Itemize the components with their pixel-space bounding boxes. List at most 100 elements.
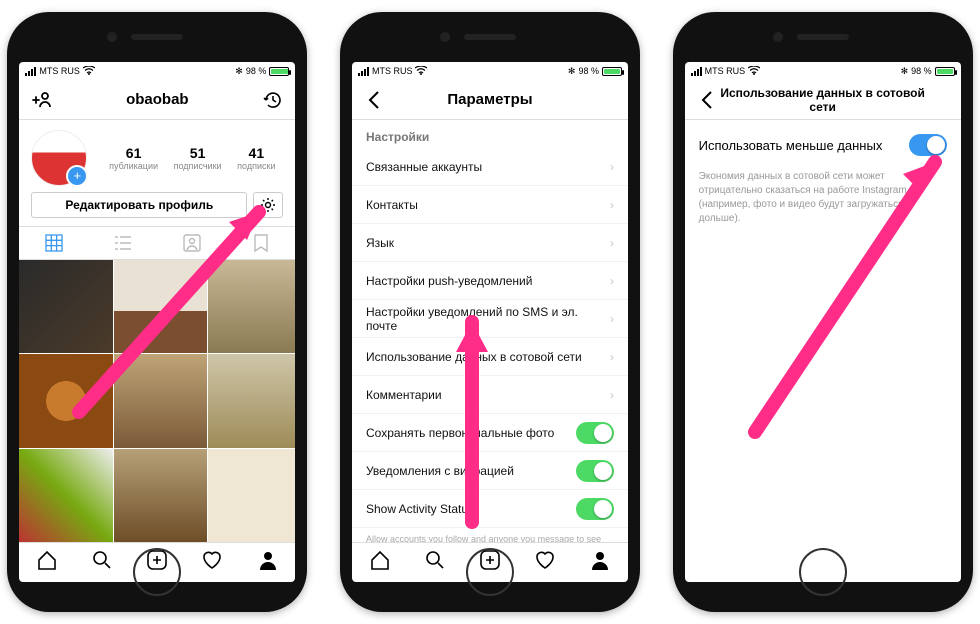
phone-1: MTS RUS ✻ 98 % obaobab 61публик xyxy=(7,12,307,612)
photo-cell[interactable] xyxy=(208,260,295,353)
chevron-right-icon: › xyxy=(610,350,614,364)
toggle-on[interactable] xyxy=(576,460,614,482)
row-sms-email[interactable]: Настройки уведомлений по SMS и эл. почте… xyxy=(352,300,628,338)
tab-list[interactable] xyxy=(88,227,157,259)
battery-pct: 98 % xyxy=(246,66,267,76)
signal-icon xyxy=(358,67,369,76)
chevron-right-icon: › xyxy=(610,388,614,402)
signal-icon xyxy=(25,67,36,76)
profile-header: obaobab xyxy=(19,80,295,120)
nav-home-icon[interactable] xyxy=(36,549,58,576)
chevron-left-icon xyxy=(701,91,713,109)
phone-2: MTS RUS ✻ 98 % Параметры Настройки Связа… xyxy=(340,12,640,612)
battery-icon xyxy=(935,67,955,76)
screen-settings: MTS RUS ✻ 98 % Параметры Настройки Связа… xyxy=(352,62,628,582)
photo-cell[interactable] xyxy=(19,260,112,353)
less-data-label: Использовать меньше данных xyxy=(699,138,883,153)
photo-cell[interactable] xyxy=(19,354,112,447)
screen-profile: MTS RUS ✻ 98 % obaobab 61публик xyxy=(19,62,295,582)
history-button[interactable] xyxy=(261,88,285,112)
carrier-label: MTS RUS xyxy=(705,66,746,76)
tab-saved[interactable] xyxy=(226,227,295,259)
chevron-right-icon: › xyxy=(610,198,614,212)
row-contacts[interactable]: Контакты› xyxy=(352,186,628,224)
phone-3: MTS RUS ✻ 98 % Использование данных в со… xyxy=(673,12,973,612)
stat-followers[interactable]: 51подписчики xyxy=(174,145,222,171)
username-title: obaobab xyxy=(53,91,261,108)
nav-add-icon[interactable] xyxy=(479,549,501,576)
chevron-right-icon: › xyxy=(610,312,614,326)
chevron-right-icon: › xyxy=(610,274,614,288)
gear-icon xyxy=(260,197,276,213)
carrier-label: MTS RUS xyxy=(372,66,413,76)
settings-button[interactable] xyxy=(253,192,283,218)
bottom-nav xyxy=(19,542,295,582)
status-bar: MTS RUS ✻ 98 % xyxy=(685,62,961,80)
row-linked-accounts[interactable]: Связанные аккаунты› xyxy=(352,148,628,186)
toggle-on[interactable] xyxy=(576,498,614,520)
photo-cell[interactable] xyxy=(114,449,207,542)
row-comments[interactable]: Комментарии› xyxy=(352,376,628,414)
nav-add-icon[interactable] xyxy=(146,549,168,576)
row-use-less-data[interactable]: Использовать меньше данных xyxy=(685,120,961,170)
tab-tagged[interactable] xyxy=(157,227,226,259)
row-language[interactable]: Язык› xyxy=(352,224,628,262)
toggle-on[interactable] xyxy=(576,422,614,444)
back-button[interactable] xyxy=(362,88,386,112)
battery-pct: 98 % xyxy=(578,66,599,76)
profile-stats-row: 61публикации 51подписчики 41подписки xyxy=(19,120,295,192)
carrier-label: MTS RUS xyxy=(39,66,80,76)
nav-home-icon[interactable] xyxy=(369,549,391,576)
tab-grid[interactable] xyxy=(19,227,88,259)
nav-activity-icon[interactable] xyxy=(201,549,223,576)
wifi-icon xyxy=(748,66,760,77)
settings-header: Параметры xyxy=(352,80,628,120)
nav-search-icon[interactable] xyxy=(91,549,113,576)
toggle-less-data[interactable] xyxy=(909,134,947,156)
row-activity-status[interactable]: Show Activity Status xyxy=(352,490,628,528)
chevron-right-icon: › xyxy=(610,236,614,250)
status-bar: MTS RUS ✻ 98 % xyxy=(352,62,628,80)
photo-cell[interactable] xyxy=(19,449,112,542)
bluetooth-icon: ✻ xyxy=(235,66,243,77)
activity-hint: Allow accounts you follow and anyone you… xyxy=(352,528,628,542)
photo-cell[interactable] xyxy=(114,354,207,447)
back-button[interactable] xyxy=(695,88,719,112)
bluetooth-icon: ✻ xyxy=(901,66,909,77)
photo-grid xyxy=(19,260,295,542)
nav-activity-icon[interactable] xyxy=(534,549,556,576)
row-cellular-data[interactable]: Использование данных в сотовой сети› xyxy=(352,338,628,376)
chevron-left-icon xyxy=(368,91,380,109)
section-settings: Настройки xyxy=(352,120,628,148)
signal-icon xyxy=(691,67,702,76)
stat-following[interactable]: 41подписки xyxy=(237,145,275,171)
bluetooth-icon: ✻ xyxy=(568,66,576,77)
row-vibration[interactable]: Уведомления с вибрацией xyxy=(352,452,628,490)
photo-cell[interactable] xyxy=(208,354,295,447)
edit-profile-button[interactable]: Редактировать профиль xyxy=(31,192,247,218)
status-bar: MTS RUS ✻ 98 % xyxy=(19,62,295,80)
nav-profile-icon[interactable] xyxy=(589,549,611,576)
nav-search-icon[interactable] xyxy=(424,549,446,576)
row-save-original[interactable]: Сохранять первоначальные фото xyxy=(352,414,628,452)
settings-list: Настройки Связанные аккаунты› Контакты› … xyxy=(352,120,628,542)
view-tabs xyxy=(19,226,295,260)
photo-cell[interactable] xyxy=(208,449,295,542)
wifi-icon xyxy=(83,66,95,77)
stat-posts[interactable]: 61публикации xyxy=(109,145,158,171)
row-push[interactable]: Настройки push-уведомлений› xyxy=(352,262,628,300)
wifi-icon xyxy=(415,66,427,77)
nav-profile-icon[interactable] xyxy=(257,549,279,576)
datausage-header: Использование данных в сотовой сети xyxy=(685,80,961,120)
photo-cell[interactable] xyxy=(114,260,207,353)
screen-data-usage: MTS RUS ✻ 98 % Использование данных в со… xyxy=(685,62,961,582)
bottom-nav xyxy=(352,542,628,582)
battery-icon xyxy=(269,67,289,76)
avatar[interactable] xyxy=(31,130,87,186)
page-title: Параметры xyxy=(386,91,594,108)
add-user-button[interactable] xyxy=(29,88,53,112)
chevron-right-icon: › xyxy=(610,160,614,174)
battery-pct: 98 % xyxy=(911,66,932,76)
page-title: Использование данных в сотовой сети xyxy=(719,86,927,114)
battery-icon xyxy=(602,67,622,76)
